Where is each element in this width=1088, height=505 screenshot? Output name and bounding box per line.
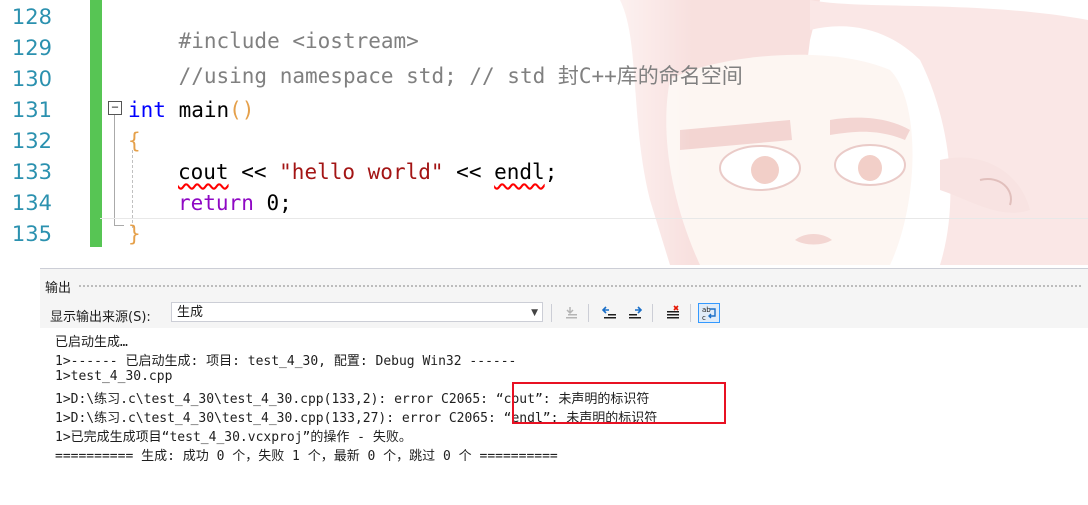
output-line: 1>------ 已启动生成: 项目: test_4_30, 配置: Debug… xyxy=(55,354,517,369)
output-toolbar: 显示输出来源(S): 生成 ▼ ab c xyxy=(40,300,1088,328)
next-message-icon xyxy=(629,306,643,319)
code-editor[interactable]: 128 129 130 131 132 133 134 135 − #inclu… xyxy=(0,0,1088,265)
line-number: 130 xyxy=(11,67,52,91)
code-line-132[interactable]: { xyxy=(128,129,141,153)
toolbar-separator xyxy=(652,304,653,322)
code-line-133[interactable]: cout << "hello world" << endl; xyxy=(178,160,557,184)
output-line: 已启动生成… xyxy=(55,335,128,350)
output-line: 1>已完成生成项目“test_4_30.vcxproj”的操作 - 失败。 xyxy=(55,430,412,445)
line-number: 128 xyxy=(11,5,52,29)
output-panel: 输出 显示输出来源(S): 生成 ▼ ab c 已启动生成… 1>------ … xyxy=(40,268,1088,505)
clear-all-icon xyxy=(667,305,679,319)
word-wrap-icon: ab c xyxy=(702,306,716,321)
svg-text:c: c xyxy=(702,314,706,321)
cout-identifier-error: cout xyxy=(178,160,229,184)
line-number: 131 xyxy=(11,98,52,122)
open-brace: { xyxy=(128,129,141,153)
toolbar-separator xyxy=(551,304,552,322)
code-line-131[interactable]: int main() xyxy=(128,98,254,122)
error-highlight-box xyxy=(512,382,726,424)
next-message-button[interactable] xyxy=(624,303,646,323)
output-panel-title: 输出 xyxy=(45,281,72,296)
toolbar-separator xyxy=(588,304,589,322)
collapse-toggle-icon[interactable]: − xyxy=(108,101,122,115)
chevron-down-icon[interactable]: ▼ xyxy=(531,303,538,323)
parentheses: () xyxy=(229,98,255,122)
output-line: 1>test_4_30.cpp xyxy=(55,369,173,384)
string-literal: "hello world" xyxy=(279,160,444,184)
return-value: 0; xyxy=(253,191,292,215)
stream-operator: << xyxy=(228,160,280,184)
line-number: 133 xyxy=(11,160,52,184)
function-name: main xyxy=(165,98,230,122)
svg-text:ab: ab xyxy=(702,306,711,314)
previous-message-button[interactable] xyxy=(599,303,621,323)
output-line: ========== 生成: 成功 0 个，失败 1 个，最新 0 个，跳过 0… xyxy=(55,449,558,464)
semicolon: ; xyxy=(544,160,558,184)
previous-message-icon xyxy=(602,306,616,319)
line-number-gutter: 128 129 130 131 132 133 134 135 xyxy=(0,0,90,265)
line-number: 135 xyxy=(11,222,52,246)
code-line-134[interactable]: return 0; xyxy=(178,191,292,215)
panel-drag-grip[interactable] xyxy=(78,284,1083,289)
fold-guide-end xyxy=(114,225,124,226)
line-number: 134 xyxy=(11,191,52,215)
goto-message-icon xyxy=(566,307,577,319)
output-source-label: 显示输出来源(S): xyxy=(50,310,151,325)
comment-text: //using namespace std; // std 封C++库的命名空间 xyxy=(178,64,743,88)
endl-identifier-error: endl xyxy=(494,160,545,184)
keyword-return: return xyxy=(178,191,254,215)
output-source-dropdown[interactable]: 生成 ▼ xyxy=(171,302,543,322)
line-number: 132 xyxy=(11,129,52,153)
toolbar-separator xyxy=(690,304,691,322)
line-number: 129 xyxy=(11,36,52,60)
fold-guide xyxy=(114,115,115,225)
find-message-in-code-button[interactable] xyxy=(560,303,582,323)
change-tracking-bar xyxy=(90,0,102,247)
keyword-int: int xyxy=(128,98,166,122)
code-line-135[interactable]: } xyxy=(128,222,141,246)
stream-operator: << xyxy=(443,160,495,184)
close-brace: } xyxy=(128,222,141,246)
clear-all-button[interactable] xyxy=(662,303,684,323)
output-source-value: 生成 xyxy=(177,305,204,320)
current-line-marker xyxy=(100,218,1088,219)
toggle-word-wrap-button[interactable]: ab c xyxy=(698,303,720,323)
indent-guide xyxy=(132,150,133,228)
